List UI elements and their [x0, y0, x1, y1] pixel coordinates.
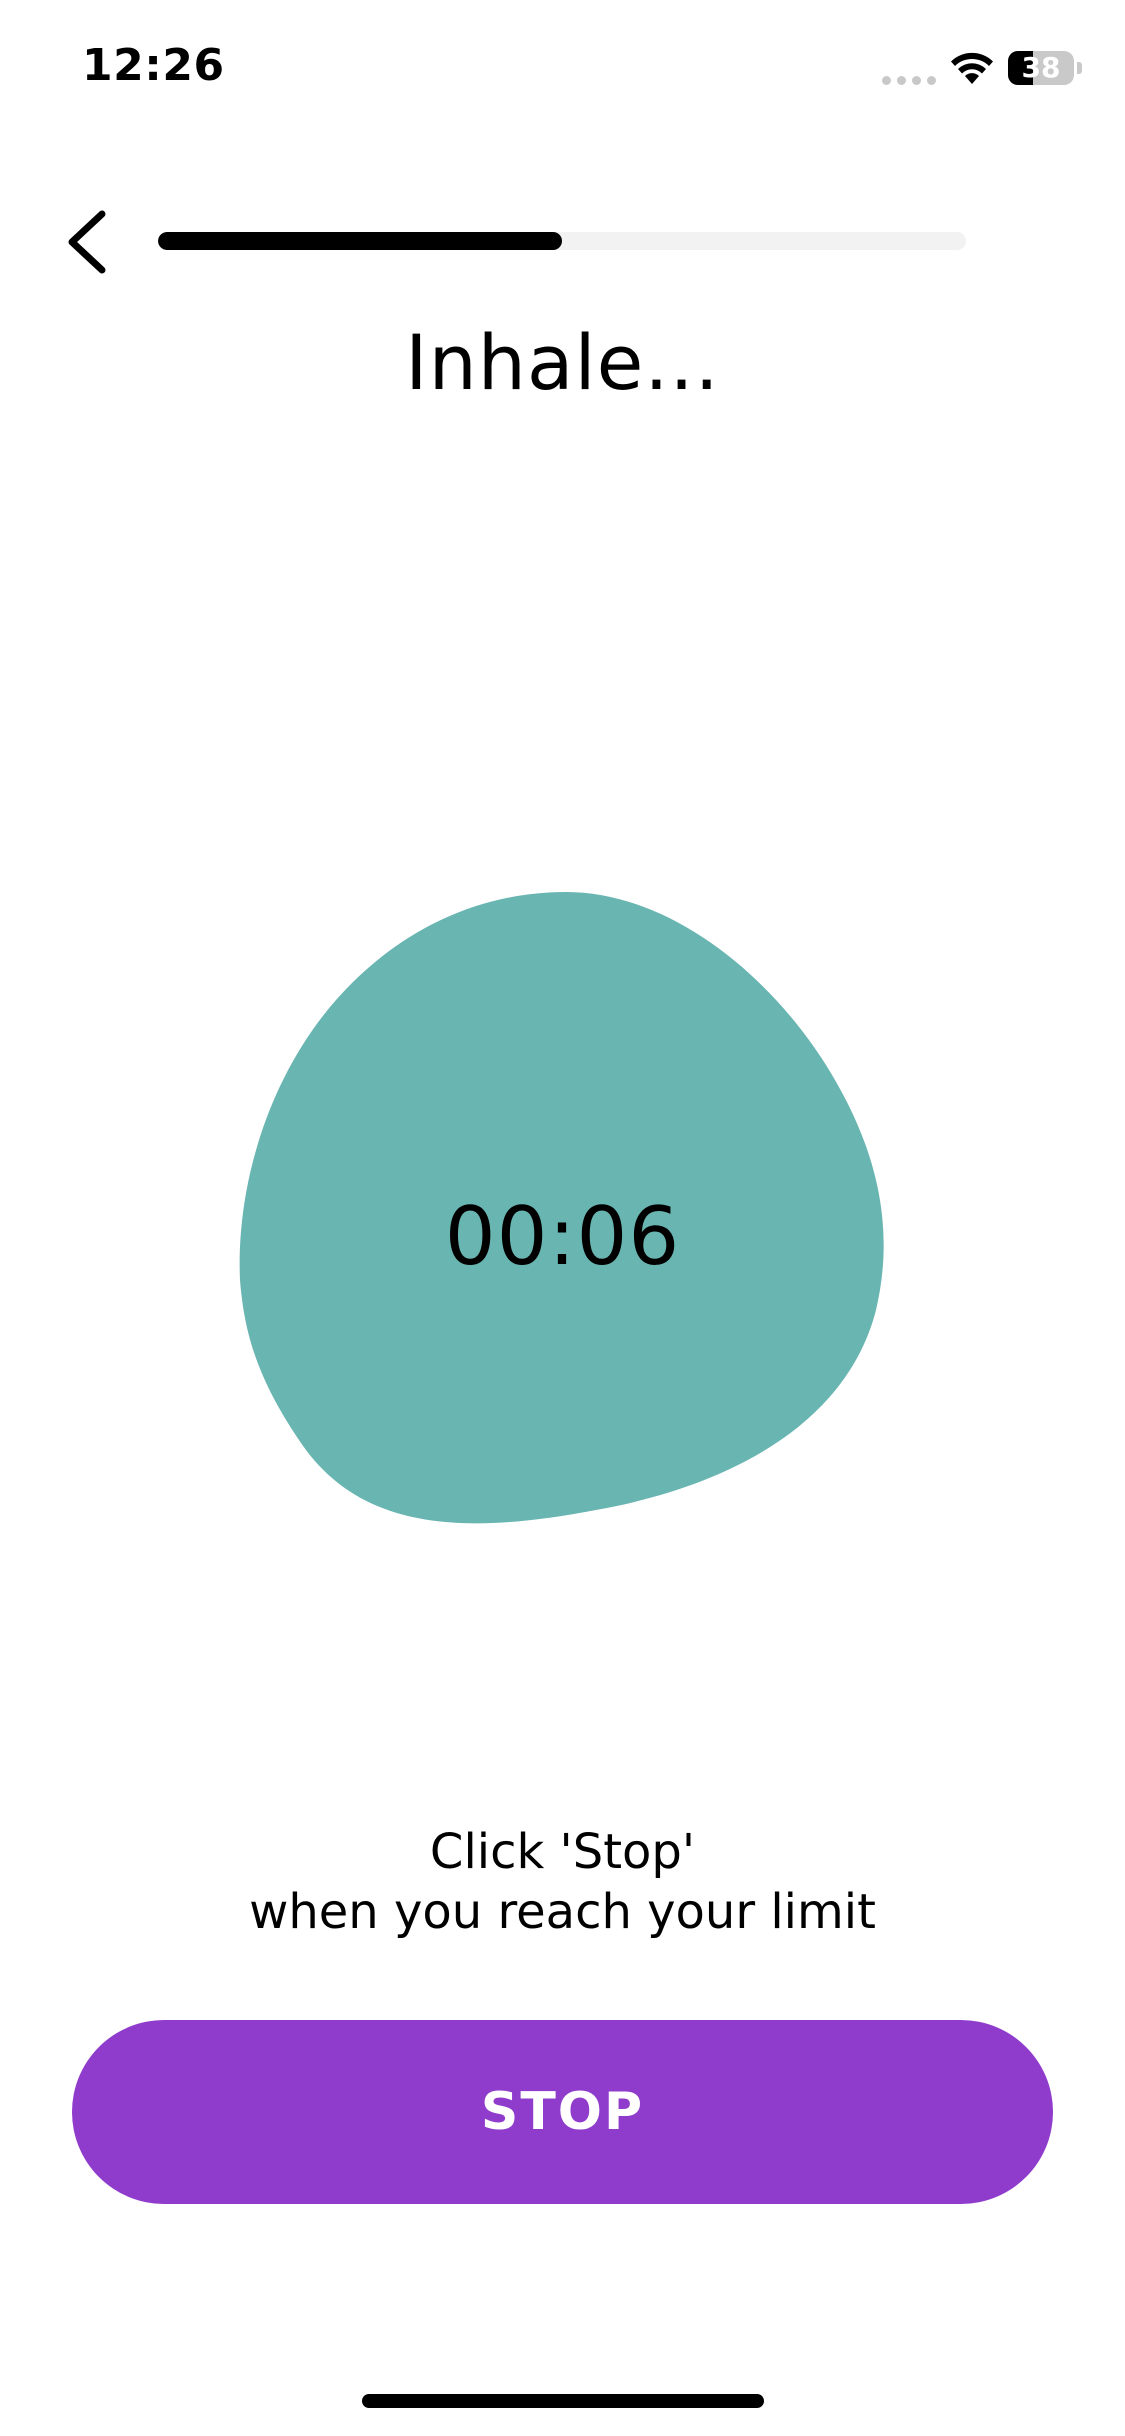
back-chevron-icon[interactable]: [56, 204, 120, 280]
stop-button[interactable]: STOP: [72, 2020, 1053, 2204]
breathing-phase-title: Inhale...: [405, 318, 720, 407]
status-bar: 12:26 38: [0, 0, 1125, 140]
breathing-timer: 00:06: [444, 1190, 681, 1283]
home-indicator: [362, 2394, 764, 2408]
instruction-line-2: when you reach your limit: [249, 1884, 876, 1940]
cellular-signal-icon: [882, 76, 936, 85]
instruction-line-1: Click 'Stop': [429, 1824, 696, 1880]
exercise-progress-fill: [158, 232, 562, 250]
battery-level: 38: [1021, 51, 1061, 84]
wifi-icon: [951, 52, 993, 84]
battery-icon: 38: [1008, 51, 1074, 85]
exercise-progress-bar: [158, 232, 966, 250]
instruction-text: Click 'Stop' when you reach your limit: [0, 1822, 1125, 1942]
battery-cap: [1077, 62, 1082, 74]
status-time: 12:26: [82, 40, 225, 91]
